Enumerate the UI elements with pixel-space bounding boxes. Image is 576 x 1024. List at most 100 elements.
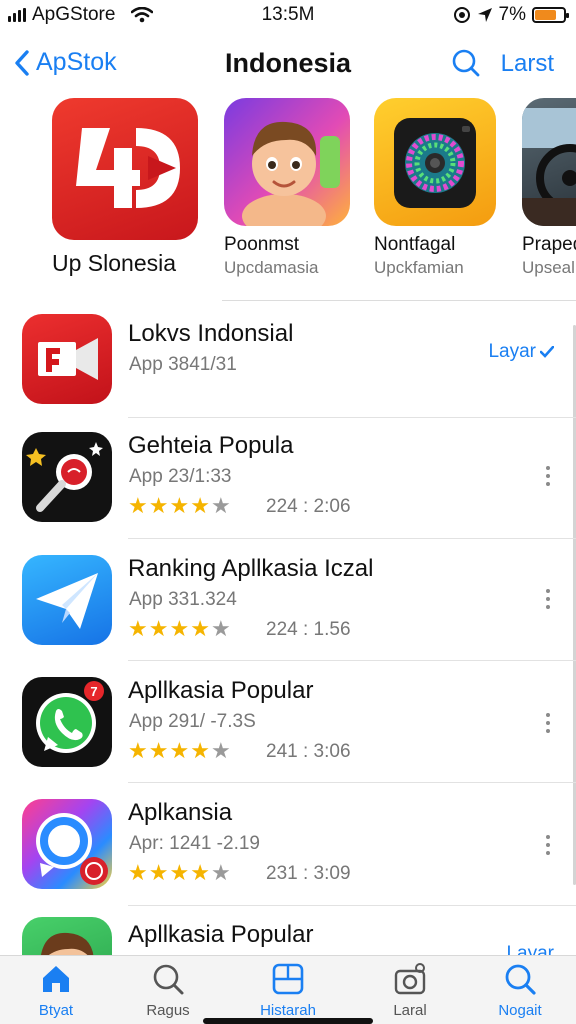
more-options-button[interactable] <box>543 589 553 609</box>
list-item[interactable]: 7 Apllkasia Popular App 291/ -7.3S ★ ★ ★ ★ ★… <box>0 675 576 797</box>
microphone-icon <box>22 432 112 522</box>
tab-camera[interactable]: Laral <box>362 962 458 1019</box>
star-empty-icon: ★ <box>210 738 231 763</box>
featured-app-card[interactable]: Poonmst Upcdamasia <box>224 98 364 278</box>
status-right: 7% <box>453 4 569 26</box>
checkmark-icon <box>540 346 554 358</box>
row-divider <box>128 905 576 906</box>
app-title: Aplkansia <box>128 799 233 826</box>
star-empty-icon: ★ <box>210 493 231 518</box>
featured-app-name: Poonmst <box>224 234 299 255</box>
app-title: Lokvs Indonsial <box>128 320 294 347</box>
star-filled-icon: ★ <box>169 860 190 885</box>
get-button[interactable]: Layar <box>488 341 554 363</box>
list-item[interactable]: Apllkasia Popular Layar <box>0 917 576 957</box>
chevron-left-icon <box>15 49 29 76</box>
more-options-button[interactable] <box>543 835 553 855</box>
battery-icon <box>532 7 569 23</box>
star-filled-icon: ★ <box>190 738 210 763</box>
navigation-bar: ApStok Indonesia Larst <box>0 40 576 92</box>
avatar-boy-icon <box>22 917 112 957</box>
rating-count: 231 : 3:09 <box>266 863 351 884</box>
star-empty-icon: ★ <box>210 860 231 885</box>
video-camera-icon <box>22 314 112 404</box>
app-subtitle: App 291/ -7.3S <box>129 711 256 732</box>
battery-percent: 7% <box>498 4 526 25</box>
app-title: Apllkasia Popular <box>128 921 314 948</box>
search-magnifier-icon <box>153 964 184 995</box>
app-subtitle: App 23/1:33 <box>129 466 232 487</box>
search-icon <box>505 964 536 995</box>
star-filled-icon: ★ <box>148 493 169 518</box>
featured-app-subtitle: Upcdamasia <box>224 258 319 277</box>
whatsapp-icon: 7 <box>22 677 112 767</box>
featured-app-name: Praped <box>522 234 576 255</box>
row-divider <box>128 417 576 418</box>
list-item[interactable]: Aplkansia Apr: 1241 -2.19 ★ ★ ★ ★ ★ 231 : 3:… <box>0 797 576 919</box>
star-filled-icon: ★ <box>190 616 210 641</box>
search-button[interactable] <box>450 48 482 80</box>
app-title: Apllkasia Popular <box>128 677 314 704</box>
star-filled-icon: ★ <box>128 616 148 641</box>
rating-count: 224 : 1.56 <box>266 619 351 640</box>
tab-home[interactable]: Btyat <box>8 962 104 1019</box>
home-icon <box>43 966 69 992</box>
chat-bubble-icon <box>22 799 112 889</box>
tab-search-ragus[interactable]: Ragus <box>120 962 216 1019</box>
list-item[interactable]: Lokvs Indonsial App 3841/31 Layar <box>0 310 576 432</box>
rating-count: 224 : 2:06 <box>266 496 351 517</box>
tab-history[interactable]: Histarah <box>240 962 336 1019</box>
app-subtitle: App 3841/31 <box>129 354 237 375</box>
more-options-button[interactable] <box>543 466 553 486</box>
tab-label: Btyat <box>38 1002 74 1019</box>
battery-level <box>535 10 556 20</box>
row-divider <box>128 782 576 783</box>
camera-lens-icon <box>374 98 496 226</box>
car-interior-icon <box>522 98 576 226</box>
featured-app-subtitle: Upckfamian <box>374 258 464 277</box>
notification-badge: 7 <box>90 684 97 699</box>
grid-square-icon <box>272 963 304 995</box>
tab-search[interactable]: Nogait <box>472 962 568 1019</box>
paper-plane-icon <box>22 555 112 645</box>
list-item[interactable]: Ranking Apllkasia Iczal App 331.324 ★ ★ ★ ★… <box>0 553 576 675</box>
featured-app-name: Up Slonesia <box>52 250 177 276</box>
more-options-button[interactable] <box>543 713 553 733</box>
featured-app-name: Nontfagal <box>374 234 456 255</box>
4d-logo-icon <box>52 98 198 240</box>
star-filled-icon: ★ <box>190 493 210 518</box>
featured-carousel[interactable]: Up Slonesia Poonmst Upcdamasia Nontfagal… <box>0 98 576 288</box>
location-arrow-icon <box>477 8 492 22</box>
star-rating: ★ ★ ★ ★ ★ <box>128 495 231 517</box>
star-empty-icon: ★ <box>210 616 231 641</box>
list-item[interactable]: Gehteia Popula App 23/1:33 ★ ★ ★ ★ ★ 224 : 2… <box>0 430 576 552</box>
app-subtitle: App 331.324 <box>129 589 237 610</box>
featured-app-card[interactable]: Praped Upseal <box>522 98 576 278</box>
camera-icon <box>394 963 426 995</box>
rating-count: 241 : 3:06 <box>266 741 351 762</box>
star-filled-icon: ★ <box>169 493 190 518</box>
search-icon <box>452 49 480 77</box>
star-filled-icon: ★ <box>148 738 169 763</box>
home-indicator[interactable] <box>203 1018 373 1024</box>
star-filled-icon: ★ <box>148 616 169 641</box>
app-subtitle: Apr: 1241 -2.19 <box>129 833 260 854</box>
row-divider <box>128 538 576 539</box>
back-button[interactable]: ApStok <box>14 48 117 77</box>
tab-label: Histarah <box>260 1002 316 1019</box>
star-filled-icon: ★ <box>128 860 148 885</box>
section-divider <box>222 300 576 301</box>
featured-app-card[interactable]: Nontfagal Upckfamian <box>374 98 514 278</box>
featured-app-card[interactable]: Up Slonesia <box>52 98 202 277</box>
tab-label: Nogait <box>498 1002 542 1019</box>
tab-bar: Btyat Ragus Histarah Laral Nogait <box>0 955 576 1024</box>
nav-right-button[interactable]: Larst <box>501 50 554 78</box>
tab-label: Laral <box>393 1002 427 1019</box>
tab-label: Ragus <box>146 1002 190 1019</box>
featured-app-subtitle: Upseal <box>522 258 575 277</box>
star-rating: ★ ★ ★ ★ ★ <box>128 740 231 762</box>
star-rating: ★ ★ ★ ★ ★ <box>128 618 231 640</box>
app-title: Gehteia Popula <box>128 432 294 459</box>
star-filled-icon: ★ <box>148 860 169 885</box>
star-filled-icon: ★ <box>169 738 190 763</box>
